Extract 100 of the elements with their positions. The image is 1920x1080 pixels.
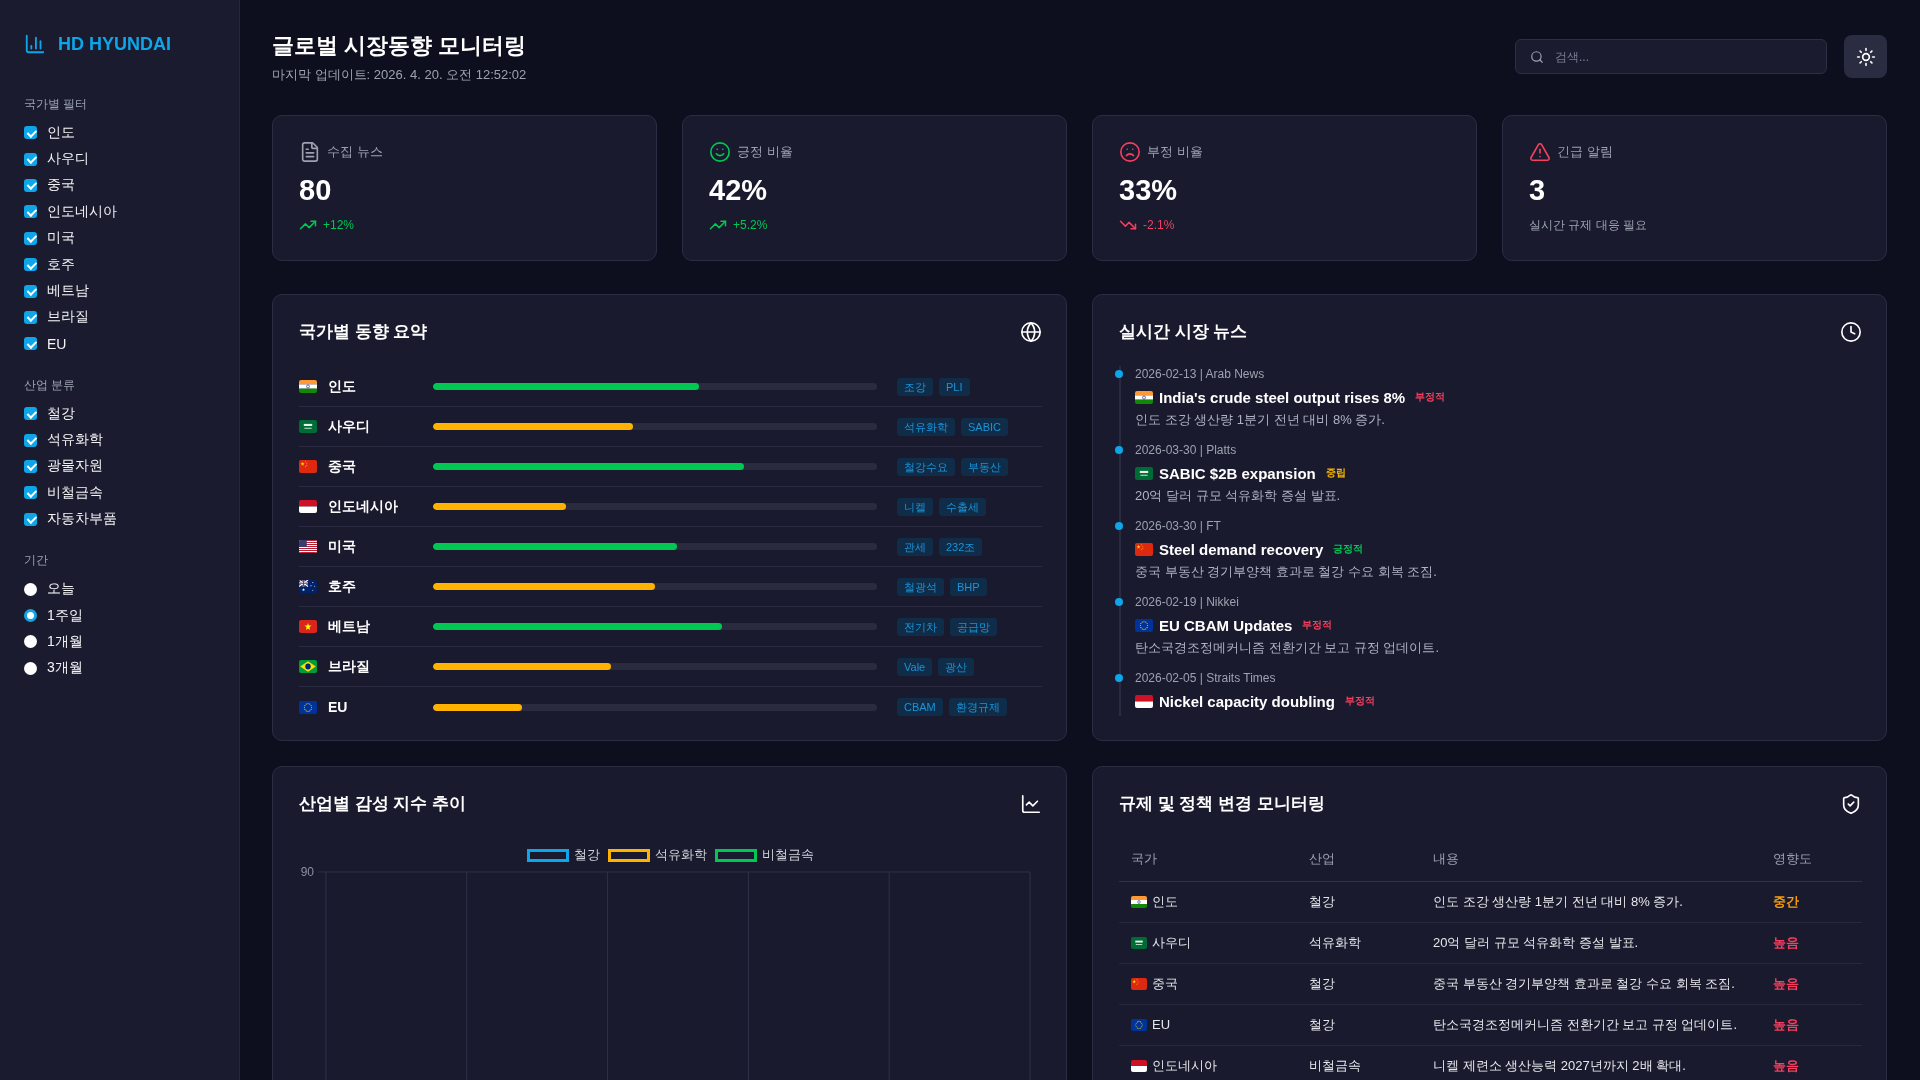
checkbox[interactable] (24, 152, 37, 166)
keyword-tag: 전기차 (897, 617, 944, 636)
sentiment-label: 부정적 (1344, 694, 1375, 708)
bar-chart-icon (24, 33, 46, 55)
flag-icon (1135, 694, 1153, 708)
checkbox[interactable] (24, 337, 37, 351)
table-cell: 비철금속 (1297, 1045, 1421, 1080)
keyword-tag: 석유화학 (897, 417, 955, 436)
impact-cell: 높음 (1761, 1004, 1862, 1045)
theme-toggle-button[interactable] (1844, 35, 1887, 78)
stat-label: 긍정 비율 (737, 142, 793, 161)
option-label: 호주 (47, 255, 75, 274)
checkbox[interactable] (24, 486, 37, 500)
column-header: 내용 (1421, 837, 1761, 881)
news-summary: 20억 달러 규모 석유화학 증설 발표. (1135, 487, 1341, 505)
radio-button[interactable] (24, 635, 37, 649)
flag-icon (299, 540, 317, 553)
stat-label: 부정 비율 (1147, 142, 1203, 161)
stat-value: 42% (709, 174, 768, 206)
flag-icon (299, 580, 317, 593)
option-label: 비철금속 (47, 483, 103, 502)
news-meta: 2026-02-19 | Nikkei (1135, 594, 1239, 610)
option-label: 3개월 (47, 659, 83, 678)
search-icon (1530, 50, 1544, 64)
option-label: 1주일 (47, 606, 83, 625)
table-cell: 탄소국경조정메커니즘 전환기간 보고 규정 업데이트. (1421, 1004, 1761, 1045)
option-label: 석유화학 (47, 431, 103, 450)
country-cell-text: 인도 (1152, 892, 1178, 911)
last-updated-text: 마지막 업데이트: 2026. 4. 20. 오전 12:52:02 (272, 66, 527, 84)
radio-button[interactable] (24, 609, 37, 623)
news-headline[interactable]: EU CBAM Updates (1159, 616, 1293, 634)
news-meta: 2026-03-30 | FT (1135, 518, 1221, 534)
flag-icon (1131, 977, 1147, 990)
flag-icon (1131, 1018, 1147, 1031)
country-name: 브라질 (328, 657, 371, 676)
column-header: 국가 (1119, 837, 1297, 881)
impact-cell: 중간 (1761, 881, 1862, 922)
stat-value: 33% (1119, 174, 1178, 206)
panel-title: 국가별 동향 요약 (299, 321, 428, 343)
stat-label: 긴급 알림 (1557, 142, 1613, 161)
news-headline[interactable]: Nickel capacity doubling (1159, 692, 1335, 710)
column-header: 영향도 (1761, 837, 1862, 881)
keyword-tag: SABIC (961, 417, 1008, 436)
panel-title: 실시간 시장 뉴스 (1119, 321, 1248, 343)
country-cell-text: EU (1152, 1017, 1171, 1032)
option-label: 사우디 (47, 150, 89, 169)
country-name: 인도네시아 (328, 497, 399, 516)
globe-icon (1020, 321, 1042, 343)
logo-text: HD HYUNDAI (58, 34, 171, 54)
country-name: EU (328, 699, 349, 715)
keyword-tag: 관세 (897, 537, 933, 556)
checkbox[interactable] (24, 407, 37, 421)
news-headline[interactable]: SABIC $2B expansion (1159, 464, 1316, 482)
checkbox[interactable] (24, 205, 37, 219)
option-label: 중국 (47, 176, 75, 195)
checkbox[interactable] (24, 460, 37, 473)
checkbox[interactable] (24, 258, 37, 272)
filter-section-title: 산업 분류 (24, 377, 76, 393)
table-cell: 20억 달러 규모 석유화학 증설 발표. (1421, 922, 1761, 963)
checkbox[interactable] (24, 310, 37, 324)
flag-icon (299, 500, 317, 513)
table-cell: 철강 (1297, 881, 1421, 922)
flag-icon (1135, 466, 1153, 480)
country-name: 인도 (328, 377, 357, 396)
keyword-tag: BHP (950, 577, 987, 596)
filter-section-title: 기간 (24, 552, 48, 569)
keyword-tag: 광산 (938, 657, 975, 676)
panel-title: 산업별 감성 지수 추이 (299, 793, 467, 815)
flag-icon (299, 620, 317, 633)
country-name: 미국 (328, 537, 357, 556)
y-axis-tick: 90 (300, 864, 314, 879)
table-cell: 석유화학 (1297, 922, 1421, 963)
checkbox[interactable] (24, 231, 37, 245)
timeline-dot-icon (1115, 370, 1123, 378)
keyword-tag: 조강 (897, 377, 933, 396)
radio-button[interactable] (24, 582, 37, 596)
news-meta: 2026-02-13 | Arab News (1135, 366, 1265, 382)
news-headline[interactable]: India's crude steel output rises 8% (1159, 388, 1406, 406)
news-headline[interactable]: Steel demand recovery (1159, 540, 1324, 558)
table-cell: 니켈 제련소 생산능력 2027년까지 2배 확대. (1421, 1045, 1761, 1080)
flag-icon (299, 660, 317, 673)
filter-section-title: 국가별 필터 (24, 96, 88, 112)
stat-value: 3 (1529, 174, 1546, 206)
checkbox[interactable] (24, 433, 37, 447)
table-cell: 중국 부동산 경기부양책 효과로 철강 수요 회복 조짐. (1421, 963, 1761, 1004)
stat-label: 수집 뉴스 (327, 142, 383, 161)
checkbox[interactable] (24, 284, 37, 298)
frown-icon (1119, 140, 1141, 163)
column-header: 산업 (1297, 837, 1421, 881)
flag-icon (1131, 1059, 1147, 1072)
option-label: 인도네시아 (47, 202, 117, 221)
radio-button[interactable] (24, 661, 37, 675)
option-label: 철강 (47, 404, 75, 423)
checkbox[interactable] (24, 126, 37, 140)
search-field[interactable]: 검색... (1515, 39, 1827, 74)
checkbox[interactable] (24, 178, 37, 192)
checkbox[interactable] (24, 512, 37, 526)
option-label: EU (47, 335, 67, 352)
flag-icon (1131, 936, 1147, 949)
country-cell-text: 인도네시아 (1152, 1056, 1217, 1075)
